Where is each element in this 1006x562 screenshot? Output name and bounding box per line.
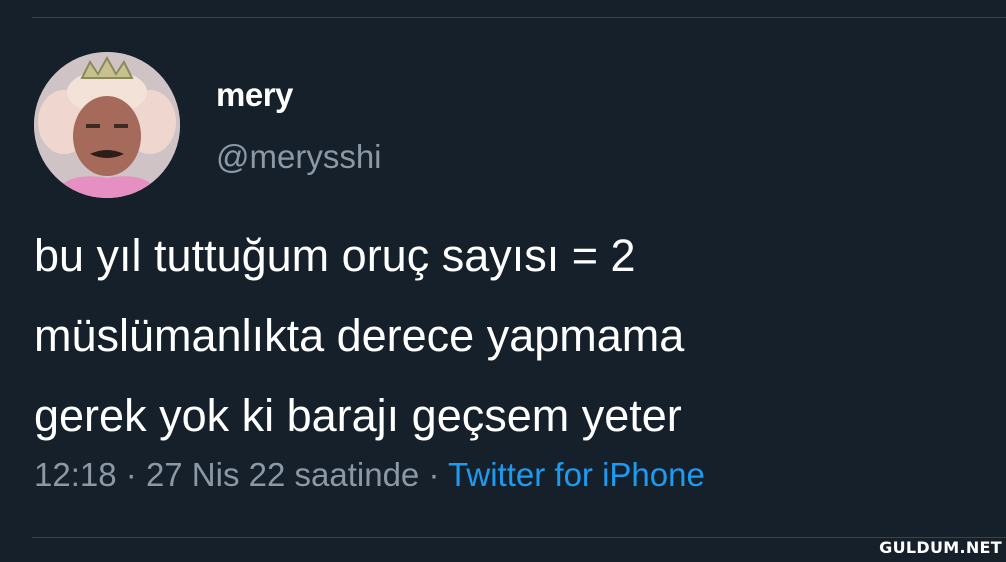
display-name[interactable]: mery: [216, 76, 293, 114]
bottom-divider: [32, 537, 1006, 538]
user-handle[interactable]: @merysshi: [216, 138, 382, 176]
avatar[interactable]: [34, 52, 180, 198]
tweet-text-line: müslümanlıkta derece yapmama: [34, 310, 685, 361]
tweet-meta: 12:18 · 27 Nis 22 saatinde · Twitter for…: [34, 456, 705, 494]
profile-photo-icon: [34, 52, 180, 198]
top-divider: [32, 17, 1006, 18]
tweet-text-line: bu yıl tuttuğum oruç sayısı = 2: [34, 230, 636, 281]
tweet-text-line: gerek yok ki barajı geçsem yeter: [34, 390, 682, 441]
watermark: GULDUM.NET: [879, 538, 1002, 557]
meta-separator: ·: [125, 456, 137, 493]
tweet-text: bu yıl tuttuğum oruç sayısı = 2 müslüman…: [34, 216, 974, 456]
tweet-date[interactable]: 27 Nis 22 saatinde: [146, 456, 419, 493]
tweet-source-link[interactable]: Twitter for iPhone: [448, 456, 705, 493]
tweet-time[interactable]: 12:18: [34, 456, 117, 493]
meta-separator: ·: [428, 456, 440, 493]
